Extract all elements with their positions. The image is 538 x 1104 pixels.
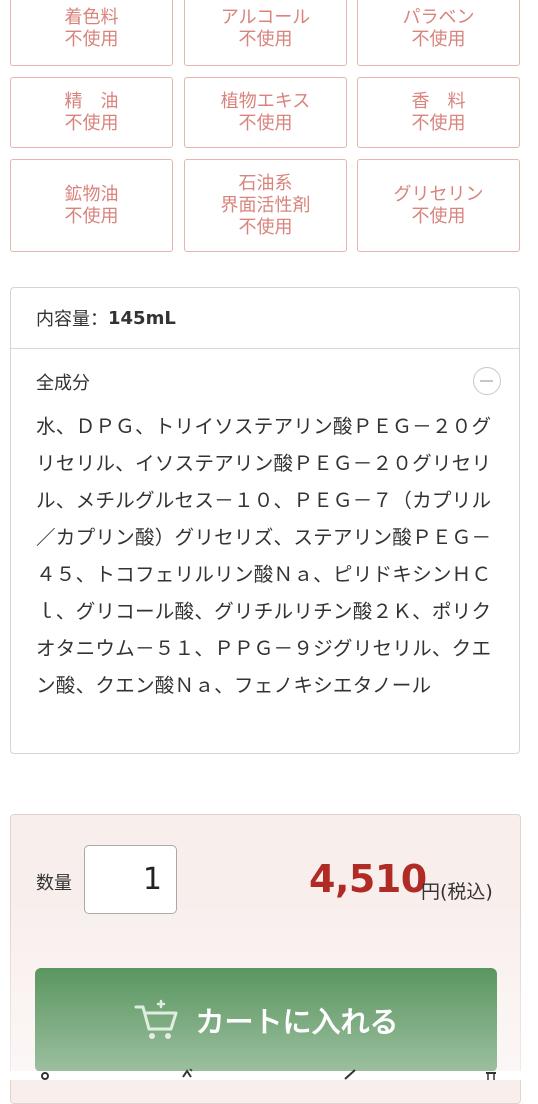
bottom-nav-edit-icon[interactable] — [343, 1067, 357, 1081]
badge-essential-oil-free: 精 油 不使用 — [10, 77, 173, 148]
quantity-input[interactable] — [84, 845, 177, 914]
badge-line: 不使用 — [238, 216, 293, 238]
bottom-nav-gift-icon[interactable] — [484, 1067, 498, 1081]
badge-line: グリセリン — [393, 183, 484, 205]
badge-plant-extract-free: 植物エキス 不使用 — [184, 77, 347, 148]
badge-line: 不使用 — [238, 29, 293, 50]
badge-fragrance-free: 香 料 不使用 — [357, 77, 520, 148]
badge-line: 石油系 — [238, 172, 293, 194]
product-info-box: 内容量： 145mL 全成分 水、ＤＰＧ、トリイソステアリン酸ＰＥＧ－２０グリセ… — [10, 287, 520, 754]
badge-line: 不使用 — [64, 29, 119, 50]
volume-value: 145mL — [108, 307, 176, 329]
bottom-nav-pen-icon[interactable] — [38, 1067, 52, 1081]
bottom-nav-bar — [0, 1071, 538, 1080]
badge-colorant-free: 着色料 不使用 — [10, 0, 173, 66]
badge-line: 不使用 — [411, 205, 466, 227]
badge-line: 不使用 — [411, 29, 466, 50]
add-to-cart-label: カートに入れる — [195, 1005, 399, 1039]
badge-line: 不使用 — [64, 205, 119, 227]
ingredients-header[interactable]: 全成分 — [11, 349, 519, 407]
badge-line: 鉱物油 — [64, 183, 119, 205]
cart-icon — [134, 999, 178, 1039]
price-value: 4,510 — [309, 857, 427, 901]
bottom-nav-sparkle-icon[interactable] — [180, 1067, 194, 1081]
badge-mineral-oil-free: 鉱物油 不使用 — [10, 159, 173, 252]
collapse-minus-icon[interactable] — [473, 367, 501, 395]
ingredients-title: 全成分 — [36, 373, 90, 394]
add-to-cart-button[interactable]: カートに入れる — [35, 968, 497, 1072]
price-tax-note: 円(税込) — [421, 881, 493, 903]
volume-label: 内容量： — [36, 309, 108, 330]
badge-line: パラベン — [402, 7, 475, 28]
badge-line: 不使用 — [411, 112, 466, 134]
purchase-panel: 数量 4,510 円(税込) カートに入れる — [10, 814, 521, 1104]
badge-line: 香 料 — [411, 90, 466, 112]
badge-paraben-free: パラベン 不使用 — [357, 0, 520, 66]
badge-line: 植物エキス — [220, 90, 311, 112]
badge-line: 界面活性剤 — [220, 194, 311, 216]
badge-glycerin-free: グリセリン 不使用 — [357, 159, 520, 252]
volume-row: 内容量： 145mL — [11, 288, 519, 349]
badge-petroleum-surfactant-free: 石油系 界面活性剤 不使用 — [184, 159, 347, 252]
ingredients-text: 水、ＤＰＧ、トリイソステアリン酸ＰＥＧ－２０グリセリル、イソステアリン酸ＰＥＧ－… — [36, 415, 492, 697]
badge-alcohol-free: アルコール 不使用 — [184, 0, 347, 66]
badge-line: 精 油 — [64, 90, 119, 112]
badge-line: 不使用 — [238, 112, 293, 134]
badge-line: 不使用 — [64, 112, 119, 134]
badge-line: 着色料 — [64, 7, 119, 28]
badge-line: アルコール — [220, 7, 311, 28]
quantity-label: 数量 — [36, 873, 72, 894]
